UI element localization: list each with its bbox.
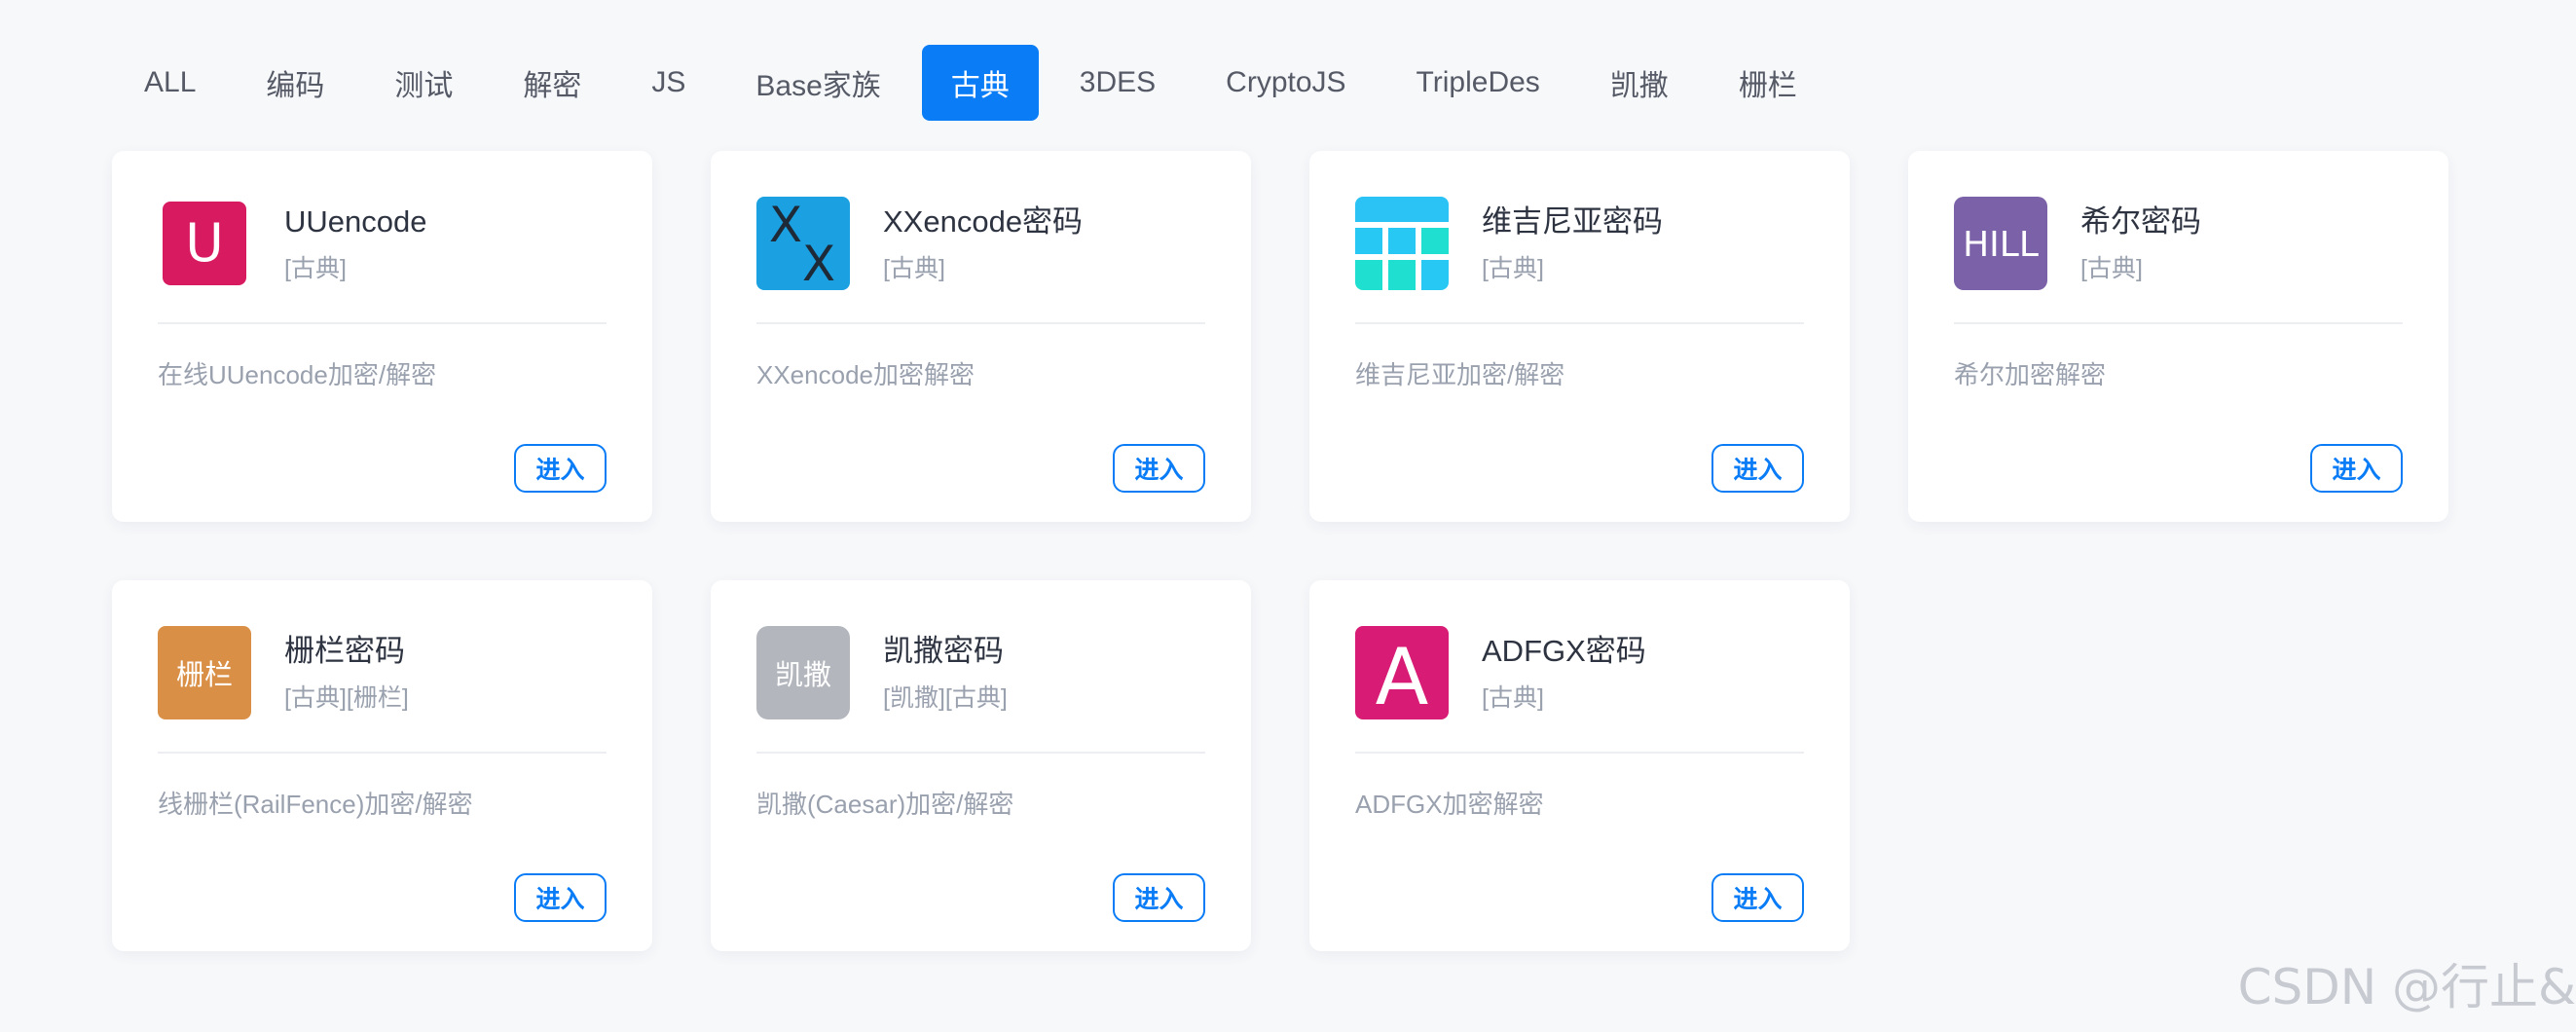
card-tags: [古典] — [284, 255, 347, 282]
tool-card-grid: U UUencode [古典] 在线UUencode加密/解密 进入 X X X… — [112, 151, 2448, 951]
category-tabs: ALL 编码 测试 解密 JS Base家族 古典 3DES CryptoJS … — [115, 45, 1826, 121]
card-header: U UUencode [古典] — [158, 197, 607, 290]
card-title[interactable]: 希尔密码 — [2080, 203, 2201, 241]
card-header: 凯撒 凯撒密码 [凯撒][古典] — [756, 626, 1205, 719]
tool-card-hill: HILL 希尔密码 [古典] 希尔加密解密 进入 — [1908, 151, 2448, 522]
svg-text:HILL: HILL — [1963, 225, 2039, 265]
tool-card-vigenere: 维吉尼亚密码 [古典] 维吉尼亚加密/解密 进入 — [1309, 151, 1850, 522]
card-header: 维吉尼亚密码 [古典] — [1355, 197, 1804, 290]
card-title[interactable]: UUencode — [284, 203, 426, 241]
card-title[interactable]: 栅栏密码 — [284, 632, 409, 671]
enter-button[interactable]: 进入 — [1711, 444, 1804, 493]
card-title[interactable]: ADFGX密码 — [1482, 632, 1646, 671]
tool-card-rail-fence: 栅栏 栅栏密码 [古典][栅栏] 线栅栏(RailFence)加密/解密 进入 — [112, 580, 652, 951]
tab-cryptojs[interactable]: CryptoJS — [1196, 45, 1375, 121]
tab-base-family[interactable]: Base家族 — [726, 45, 909, 121]
card-header: 栅栏 栅栏密码 [古典][栅栏] — [158, 626, 607, 719]
tool-card-uuencode: U UUencode [古典] 在线UUencode加密/解密 进入 — [112, 151, 652, 522]
card-divider — [756, 752, 1205, 754]
svg-text:X: X — [802, 236, 835, 290]
rail-fence-icon: 栅栏 — [158, 626, 251, 719]
card-description: ADFGX加密解密 — [1355, 790, 1544, 819]
tool-card-xxencode: X X XXencode密码 [古典] XXencode加密解密 进入 — [711, 151, 1251, 522]
uuencode-icon: U — [158, 197, 251, 290]
enter-button[interactable]: 进入 — [1113, 873, 1205, 922]
caesar-icon: 凯撒 — [756, 626, 850, 719]
svg-text:凯撒: 凯撒 — [775, 658, 831, 691]
card-divider — [1954, 322, 2403, 324]
tab-classical[interactable]: 古典 — [921, 45, 1039, 121]
card-tags: [凯撒][古典] — [883, 684, 1008, 712]
enter-button[interactable]: 进入 — [514, 444, 607, 493]
card-divider — [1355, 322, 1804, 324]
card-divider — [756, 322, 1205, 324]
tool-card-adfgx: A ADFGX密码 [古典] ADFGX加密解密 进入 — [1309, 580, 1850, 951]
enter-button[interactable]: 进入 — [2310, 444, 2403, 493]
card-tags: [古典] — [883, 255, 945, 282]
enter-button[interactable]: 进入 — [1711, 873, 1804, 922]
card-tags: [古典] — [1482, 255, 1544, 282]
card-divider — [158, 752, 607, 754]
tool-card-caesar: 凯撒 凯撒密码 [凯撒][古典] 凯撒(Caesar)加密/解密 进入 — [711, 580, 1251, 951]
csdn-watermark: CSDN @行止& — [2237, 959, 2576, 1015]
card-title[interactable]: XXencode密码 — [883, 203, 1083, 241]
tab-all[interactable]: ALL — [115, 45, 225, 121]
tab-js[interactable]: JS — [622, 45, 715, 121]
tab-decrypt[interactable]: 解密 — [494, 45, 610, 121]
card-title[interactable]: 维吉尼亚密码 — [1482, 203, 1663, 241]
card-divider — [158, 322, 607, 324]
card-title[interactable]: 凯撒密码 — [883, 632, 1008, 671]
svg-text:栅栏: 栅栏 — [176, 658, 233, 691]
svg-text:U: U — [185, 212, 224, 274]
tab-tripledes[interactable]: TripleDes — [1387, 45, 1569, 121]
card-tags: [古典][栅栏] — [284, 684, 409, 712]
enter-button[interactable]: 进入 — [514, 873, 607, 922]
card-description: 希尔加密解密 — [1954, 360, 2107, 389]
card-header: HILL 希尔密码 [古典] — [1954, 197, 2403, 290]
card-description: 线栅栏(RailFence)加密/解密 — [158, 790, 473, 819]
card-tags: [古典] — [1482, 684, 1544, 712]
tab-3des[interactable]: 3DES — [1050, 45, 1185, 121]
card-header: A ADFGX密码 [古典] — [1355, 626, 1804, 719]
card-header: X X XXencode密码 [古典] — [756, 197, 1205, 290]
tab-test[interactable]: 测试 — [365, 45, 482, 121]
tab-encoding[interactable]: 编码 — [237, 45, 353, 121]
hill-icon: HILL — [1954, 197, 2047, 290]
xxencode-icon: X X — [756, 197, 850, 290]
adfgx-icon: A — [1355, 626, 1449, 719]
card-divider — [1355, 752, 1804, 754]
card-description: XXencode加密解密 — [756, 360, 975, 389]
enter-button[interactable]: 进入 — [1113, 444, 1205, 493]
tab-caesar[interactable]: 凯撒 — [1581, 45, 1698, 121]
svg-text:X: X — [769, 197, 802, 253]
vigenere-table-icon — [1355, 197, 1449, 290]
tab-rail-fence[interactable]: 栅栏 — [1710, 45, 1826, 121]
card-description: 在线UUencode加密/解密 — [158, 360, 437, 389]
card-tags: [古典] — [2080, 255, 2143, 282]
card-description: 凯撒(Caesar)加密/解密 — [756, 790, 1014, 819]
card-description: 维吉尼亚加密/解密 — [1355, 360, 1565, 389]
svg-text:A: A — [1376, 632, 1429, 719]
